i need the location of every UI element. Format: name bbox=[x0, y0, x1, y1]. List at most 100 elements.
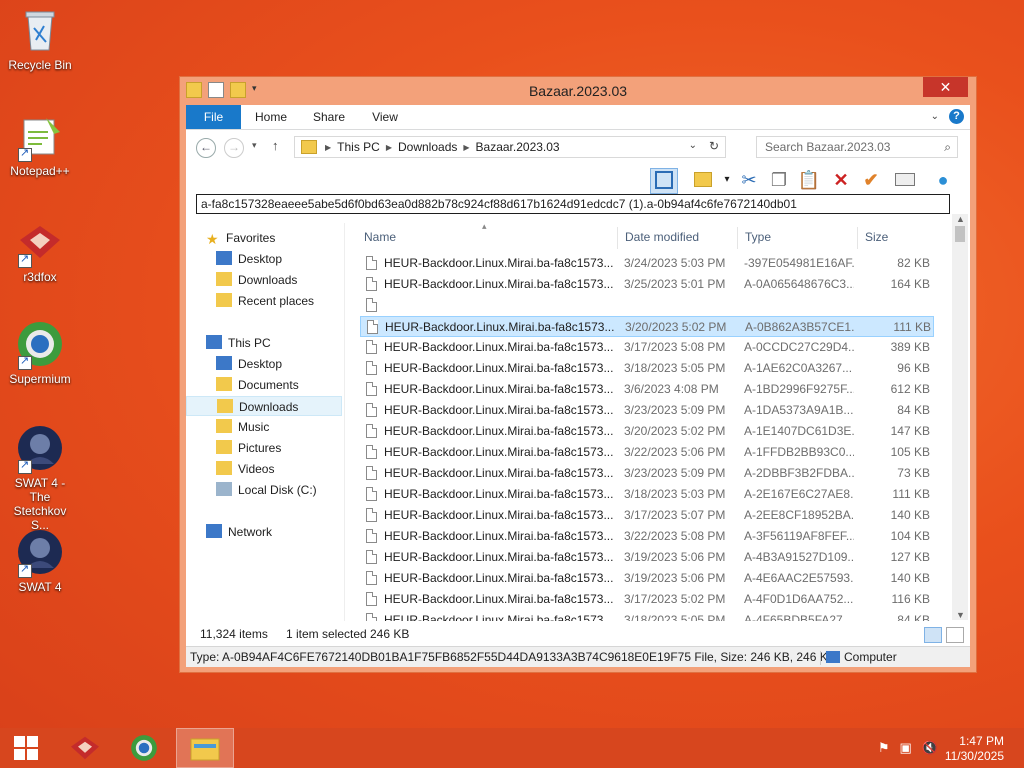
chevron-right-icon: ▶ bbox=[463, 142, 470, 152]
file-row[interactable]: HEUR-Backdoor.Linux.Mirai.ba-fa8c1573...… bbox=[360, 526, 934, 547]
tab-home[interactable]: Home bbox=[249, 105, 293, 129]
file-row[interactable]: HEUR-Backdoor.Linux.Mirai.ba-fa8c1573...… bbox=[360, 442, 934, 463]
details-view-icon[interactable] bbox=[924, 627, 942, 643]
file-date: 3/20/2023 5:02 PM bbox=[625, 320, 727, 334]
help-icon[interactable]: ? bbox=[949, 109, 964, 124]
nav-network[interactable]: Network bbox=[206, 522, 362, 542]
file-row[interactable]: HEUR-Backdoor.Linux.Mirai.ba-fa8c1573...… bbox=[360, 400, 934, 421]
breadcrumb-this-pc[interactable]: This PC bbox=[337, 140, 380, 154]
taskbar-file-explorer[interactable] bbox=[176, 728, 234, 768]
taskbar-r3dfox[interactable] bbox=[56, 728, 114, 768]
file-name: HEUR-Backdoor.Linux.Mirai.ba-fa8c1573... bbox=[384, 424, 614, 438]
file-icon bbox=[366, 424, 377, 438]
file-type: A-2E167E6C27AE8... bbox=[744, 487, 854, 501]
title-bar[interactable]: ▾ Bazaar.2023.03 ✕ bbox=[180, 77, 976, 105]
column-header-date[interactable]: Date modified bbox=[625, 223, 699, 251]
rename-check-icon[interactable]: ✔ bbox=[858, 168, 884, 192]
recent-locations-icon[interactable]: ▾ bbox=[252, 140, 257, 151]
network-icon[interactable]: ▣ bbox=[900, 740, 912, 756]
desktop-icon-swat4[interactable]: SWAT 4 bbox=[4, 528, 76, 594]
desktop-icon bbox=[216, 251, 232, 265]
file-row[interactable]: HEUR-Backdoor.Linux.Mirai.ba-fa8c1573...… bbox=[360, 505, 934, 526]
forward-button[interactable]: → bbox=[224, 138, 244, 158]
rename-input[interactable]: a-fa8c157328eaeee5abe5d6f0bd63ea0d882b78… bbox=[196, 194, 950, 214]
up-button[interactable]: ↑ bbox=[272, 138, 279, 153]
action-center-flag-icon[interactable]: ⚑ bbox=[878, 740, 890, 756]
column-header-type[interactable]: Type bbox=[745, 223, 771, 251]
column-separator[interactable] bbox=[617, 227, 618, 249]
file-row[interactable]: HEUR-Backdoor.Linux.Mirai.ba-fa8c1573...… bbox=[360, 568, 934, 589]
file-row[interactable]: HEUR-Backdoor.Linux.Mirai.ba-fa8c1573...… bbox=[360, 274, 934, 295]
file-row[interactable]: HEUR-Backdoor.Linux.Mirai.ba-fa8c1573...… bbox=[360, 610, 934, 621]
tab-file[interactable]: File bbox=[186, 105, 241, 129]
scroll-down-icon[interactable]: ▼ bbox=[956, 610, 965, 620]
file-row[interactable]: HEUR-Backdoor.Linux.Mirai.ba-fa8c1573...… bbox=[360, 337, 934, 358]
file-row[interactable] bbox=[360, 295, 934, 316]
volume-muted-icon[interactable]: 🔇 bbox=[922, 740, 938, 756]
file-name: HEUR-Backdoor.Linux.Mirai.ba-fa8c1573... bbox=[384, 529, 614, 543]
file-row[interactable]: HEUR-Backdoor.Linux.Mirai.ba-fa8c1573...… bbox=[360, 589, 934, 610]
paste-icon[interactable]: 📋 bbox=[796, 168, 822, 192]
file-size: 116 KB bbox=[891, 592, 930, 606]
new-folder-icon[interactable] bbox=[690, 168, 716, 192]
desktop-icon-recycle-bin[interactable]: Recycle Bin bbox=[4, 6, 76, 72]
file-row[interactable]: HEUR-Backdoor.Linux.Mirai.ba-fa8c1573...… bbox=[360, 316, 934, 337]
tab-share[interactable]: Share bbox=[307, 105, 351, 129]
file-row[interactable]: HEUR-Backdoor.Linux.Mirai.ba-fa8c1573...… bbox=[360, 379, 934, 400]
address-bar[interactable]: ▶ This PC ▶ Downloads ▶ Bazaar.2023.03 ⌄… bbox=[294, 136, 726, 158]
desktop-icon-notepadpp[interactable]: Notepad++ bbox=[4, 112, 76, 178]
file-row[interactable]: HEUR-Backdoor.Linux.Mirai.ba-fa8c1573...… bbox=[360, 547, 934, 568]
file-type: A-1DA5373A9A1B... bbox=[744, 403, 854, 417]
large-icons-view-icon[interactable] bbox=[946, 627, 964, 643]
back-button[interactable]: ← bbox=[196, 138, 216, 158]
file-name: HEUR-Backdoor.Linux.Mirai.ba-fa8c1573... bbox=[384, 487, 614, 501]
breadcrumb-bazaar[interactable]: Bazaar.2023.03 bbox=[476, 140, 560, 154]
chat-bubble-icon[interactable]: ● bbox=[930, 168, 956, 192]
cut-icon[interactable]: ✂ bbox=[736, 168, 762, 192]
file-size: 612 KB bbox=[890, 382, 930, 396]
refresh-icon[interactable]: ↻ bbox=[709, 139, 719, 153]
copy-icon[interactable]: ❐ bbox=[766, 168, 792, 192]
desktop-icon-r3dfox[interactable]: r3dfox bbox=[4, 218, 76, 284]
scroll-up-icon[interactable]: ▲ bbox=[956, 214, 965, 224]
breadcrumb-downloads[interactable]: Downloads bbox=[398, 140, 457, 154]
chevron-down-icon[interactable]: ⌄ bbox=[689, 140, 697, 151]
start-button[interactable] bbox=[0, 728, 58, 768]
desktop-icon-supermium[interactable]: Supermium bbox=[4, 320, 76, 386]
file-type: A-0A065648676C3... bbox=[744, 277, 854, 291]
taskbar-supermium[interactable] bbox=[116, 728, 174, 768]
file-size: 111 KB bbox=[892, 487, 930, 501]
chevron-right-icon: ▶ bbox=[325, 142, 332, 152]
tab-view[interactable]: View bbox=[363, 105, 407, 129]
drive-icon bbox=[216, 482, 232, 496]
properties-icon[interactable] bbox=[892, 168, 918, 192]
file-type: A-2DBBF3B2FDBA... bbox=[744, 466, 854, 480]
file-row[interactable]: HEUR-Backdoor.Linux.Mirai.ba-fa8c1573...… bbox=[360, 253, 934, 274]
expand-ribbon-icon[interactable]: ⌄ bbox=[931, 111, 939, 122]
desktop-icon-label: Supermium bbox=[9, 372, 71, 386]
file-row[interactable]: HEUR-Backdoor.Linux.Mirai.ba-fa8c1573...… bbox=[360, 484, 934, 505]
column-separator[interactable] bbox=[737, 227, 738, 249]
file-list-scrollbar[interactable]: ▲ ▼ bbox=[952, 214, 968, 620]
file-name: HEUR-Backdoor.Linux.Mirai.ba-fa8c1573... bbox=[384, 361, 614, 375]
file-row[interactable]: HEUR-Backdoor.Linux.Mirai.ba-fa8c1573...… bbox=[360, 463, 934, 484]
search-input[interactable]: Search Bazaar.2023.03 ⌕ bbox=[756, 136, 958, 158]
file-row[interactable]: HEUR-Backdoor.Linux.Mirai.ba-fa8c1573...… bbox=[360, 358, 934, 379]
file-date: 3/18/2023 5:05 PM bbox=[624, 361, 726, 375]
file-icon bbox=[366, 571, 377, 585]
column-separator[interactable] bbox=[857, 227, 858, 249]
column-header-size[interactable]: Size bbox=[865, 223, 888, 251]
file-size: 73 KB bbox=[897, 466, 930, 480]
delete-icon[interactable]: ✕ bbox=[828, 168, 854, 192]
scrollbar-thumb[interactable] bbox=[955, 226, 965, 242]
nav-favorites[interactable]: ★ Favorites bbox=[206, 228, 362, 248]
arrow-left-icon: ← bbox=[200, 140, 212, 154]
column-header-name[interactable]: Name bbox=[364, 223, 396, 251]
nav-this-pc[interactable]: This PC bbox=[206, 333, 362, 353]
close-button[interactable]: ✕ bbox=[923, 77, 968, 97]
file-row[interactable]: HEUR-Backdoor.Linux.Mirai.ba-fa8c1573...… bbox=[360, 421, 934, 442]
clock[interactable]: 1:47 PM 11/30/2025 bbox=[945, 734, 1004, 764]
preview-pane-icon[interactable] bbox=[650, 168, 678, 194]
nav-pc-downloads[interactable]: Downloads bbox=[186, 396, 342, 416]
desktop-icon-swat4-stetchkov[interactable]: SWAT 4 - The Stetchkov S... bbox=[4, 424, 76, 532]
